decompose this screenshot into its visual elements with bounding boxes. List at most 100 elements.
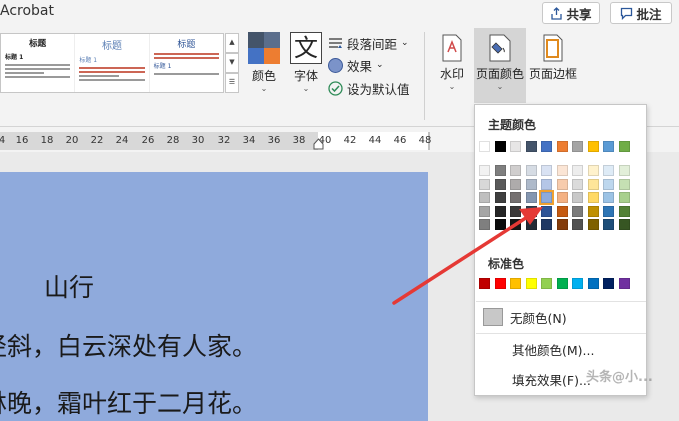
paragraph-spacing-button[interactable]: 段落间距 ⌄ [328,33,409,53]
paint-bucket-icon [489,34,511,62]
theme-color-swatch[interactable] [525,141,537,152]
theme-color-swatch[interactable] [494,141,506,152]
standard-color-swatch[interactable] [603,278,614,289]
app-title: Acrobat [0,3,54,19]
theme-shade-swatch[interactable] [556,192,568,203]
theme-shade-swatch[interactable] [525,178,537,190]
gallery-scroll: ▲ ▼ ☰ [225,33,239,93]
theme-shade-swatch[interactable] [572,192,583,203]
theme-shade-swatch[interactable] [494,165,506,176]
theme-shade-swatch[interactable] [587,205,599,217]
standard-color-swatch[interactable] [494,278,506,289]
style-thumb[interactable]: 标题 标题 1 [150,34,223,92]
theme-shade-swatch[interactable] [572,165,583,176]
theme-shade-swatch[interactable] [525,165,537,176]
theme-shade-swatch[interactable] [572,219,583,230]
theme-shade-swatch[interactable] [603,219,614,230]
gallery-scroll-up-icon[interactable]: ▲ [225,33,239,53]
theme-shade-swatch[interactable] [587,192,599,203]
comment-button[interactable]: 批注 [610,2,672,24]
theme-shade-swatch[interactable] [494,205,506,217]
standard-color-swatch[interactable] [479,278,490,289]
standard-color-swatch[interactable] [541,278,552,289]
theme-shade-swatch[interactable] [556,165,568,176]
set-as-default-button[interactable]: 设为默认值 [328,78,410,98]
gallery-scroll-down-icon[interactable]: ▼ [225,53,239,73]
theme-shade-swatch[interactable] [587,178,599,190]
ruler-tick-label: 16 [15,135,29,146]
watermark-button[interactable]: 水印 ⌄ [434,34,470,91]
theme-shade-swatch[interactable] [510,205,521,217]
theme-shade-swatch[interactable] [479,178,490,190]
theme-shade-swatch[interactable] [525,219,537,230]
theme-shade-swatch[interactable] [479,205,490,217]
document-page[interactable]: 山行 径斜，白云深处有人家。 林晚，霜叶红于二月花。 [0,172,428,421]
gallery-more-icon[interactable]: ☰ [225,73,239,93]
theme-shade-swatch[interactable] [510,165,521,176]
theme-color-swatch[interactable] [618,141,630,152]
theme-shade-swatch[interactable] [556,219,568,230]
theme-shade-swatch[interactable] [541,178,552,190]
colors-button[interactable]: 颜色 ⌄ [246,32,282,93]
more-colors-label: 其他颜色(M)... [512,342,595,358]
theme-color-swatch[interactable] [510,141,521,152]
theme-shade-swatch[interactable] [572,205,583,217]
effects-button[interactable]: 效果 ⌄ [328,55,384,75]
page-border-button[interactable]: 页面边框 [528,34,578,82]
theme-shade-swatch[interactable] [572,178,583,190]
theme-shade-swatch[interactable] [603,165,614,176]
theme-shade-swatch[interactable] [479,219,490,230]
paragraph-spacing-icon [329,37,342,48]
theme-shade-swatch[interactable] [539,190,554,205]
theme-shade-swatch[interactable] [618,178,630,190]
no-color-item[interactable]: 无颜色(N) [483,306,639,328]
share-button[interactable]: 共享 [542,2,600,24]
standard-color-swatch[interactable] [510,278,521,289]
color-scheme-icon [248,32,280,64]
style-set-gallery[interactable]: 标题 标题 1 标题 标题 1 标题 标题 1 [0,33,224,93]
theme-shade-swatch[interactable] [587,219,599,230]
standard-color-swatch[interactable] [525,278,537,289]
more-colors-item[interactable]: 其他颜色(M)... [483,338,639,360]
theme-color-swatch[interactable] [603,141,614,152]
theme-shade-swatch[interactable] [494,192,506,203]
horizontal-ruler[interactable]: 4 16 18 20 22 24 26 28 30 32 34 36 38 40 42 44 46 48 [0,132,431,150]
theme-shade-swatch[interactable] [618,205,630,217]
standard-color-swatch[interactable] [587,278,599,289]
theme-color-swatch[interactable] [479,141,490,152]
theme-shade-swatch[interactable] [541,165,552,176]
theme-shade-swatch[interactable] [603,178,614,190]
theme-shade-swatch[interactable] [587,165,599,176]
theme-shade-swatch[interactable] [525,205,537,217]
theme-shade-swatch[interactable] [618,192,630,203]
theme-shade-swatch[interactable] [494,178,506,190]
theme-shade-swatch[interactable] [541,219,552,230]
theme-shade-swatch[interactable] [479,192,490,203]
indent-marker-icon[interactable] [313,138,324,150]
style-thumb[interactable]: 标题 标题 1 [1,34,76,92]
style-thumb[interactable]: 标题 标题 1 [75,34,150,92]
theme-shade-swatch[interactable] [510,219,521,230]
theme-shade-swatch[interactable] [510,178,521,190]
theme-shade-swatch[interactable] [479,165,490,176]
fonts-button[interactable]: 文 字体 ⌄ [288,32,324,93]
theme-shade-swatch[interactable] [603,192,614,203]
theme-shade-swatch[interactable] [618,165,630,176]
theme-shade-swatch[interactable] [618,219,630,230]
theme-shade-swatch[interactable] [541,205,552,217]
standard-color-swatch[interactable] [618,278,630,289]
theme-shade-swatch[interactable] [603,205,614,217]
theme-color-swatch[interactable] [556,141,568,152]
theme-shade-swatch[interactable] [525,192,537,203]
theme-shade-swatch[interactable] [494,219,506,230]
theme-shade-swatch[interactable] [510,192,521,203]
theme-shade-swatch[interactable] [556,205,568,217]
standard-color-swatch[interactable] [572,278,583,289]
theme-color-swatch[interactable] [541,141,552,152]
theme-color-swatch[interactable] [572,141,583,152]
page-color-button[interactable]: 页面颜色 ⌄ [474,28,526,103]
theme-shade-swatch[interactable] [556,178,568,190]
comment-label: 批注 [636,6,662,22]
theme-color-swatch[interactable] [587,141,599,152]
standard-color-swatch[interactable] [556,278,568,289]
